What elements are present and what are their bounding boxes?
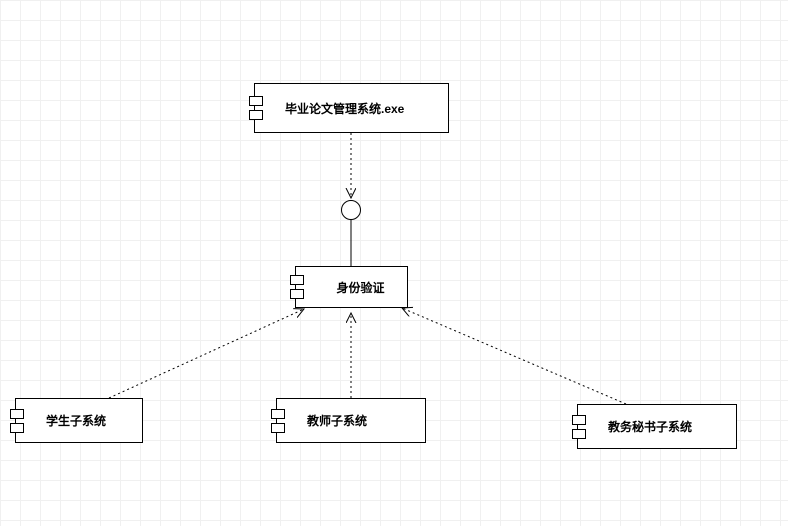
component-icon	[572, 415, 584, 439]
component-icon	[271, 409, 283, 433]
component-label: 教师子系统	[307, 412, 367, 429]
component-label: 教务秘书子系统	[608, 418, 692, 435]
component-secretary[interactable]: 教务秘书子系统	[577, 404, 737, 449]
component-main[interactable]: 毕业论文管理系统.exe	[254, 83, 449, 133]
component-student[interactable]: 学生子系统	[15, 398, 143, 443]
component-icon	[249, 96, 261, 120]
component-label: 毕业论文管理系统.exe	[285, 100, 404, 117]
component-teacher[interactable]: 教师子系统	[276, 398, 426, 443]
interface-circle[interactable]	[341, 200, 361, 220]
component-auth[interactable]: 身份验证	[295, 266, 408, 308]
component-icon	[10, 409, 22, 433]
component-label: 身份验证	[336, 279, 384, 296]
component-icon	[290, 275, 302, 299]
component-label: 学生子系统	[46, 412, 106, 429]
